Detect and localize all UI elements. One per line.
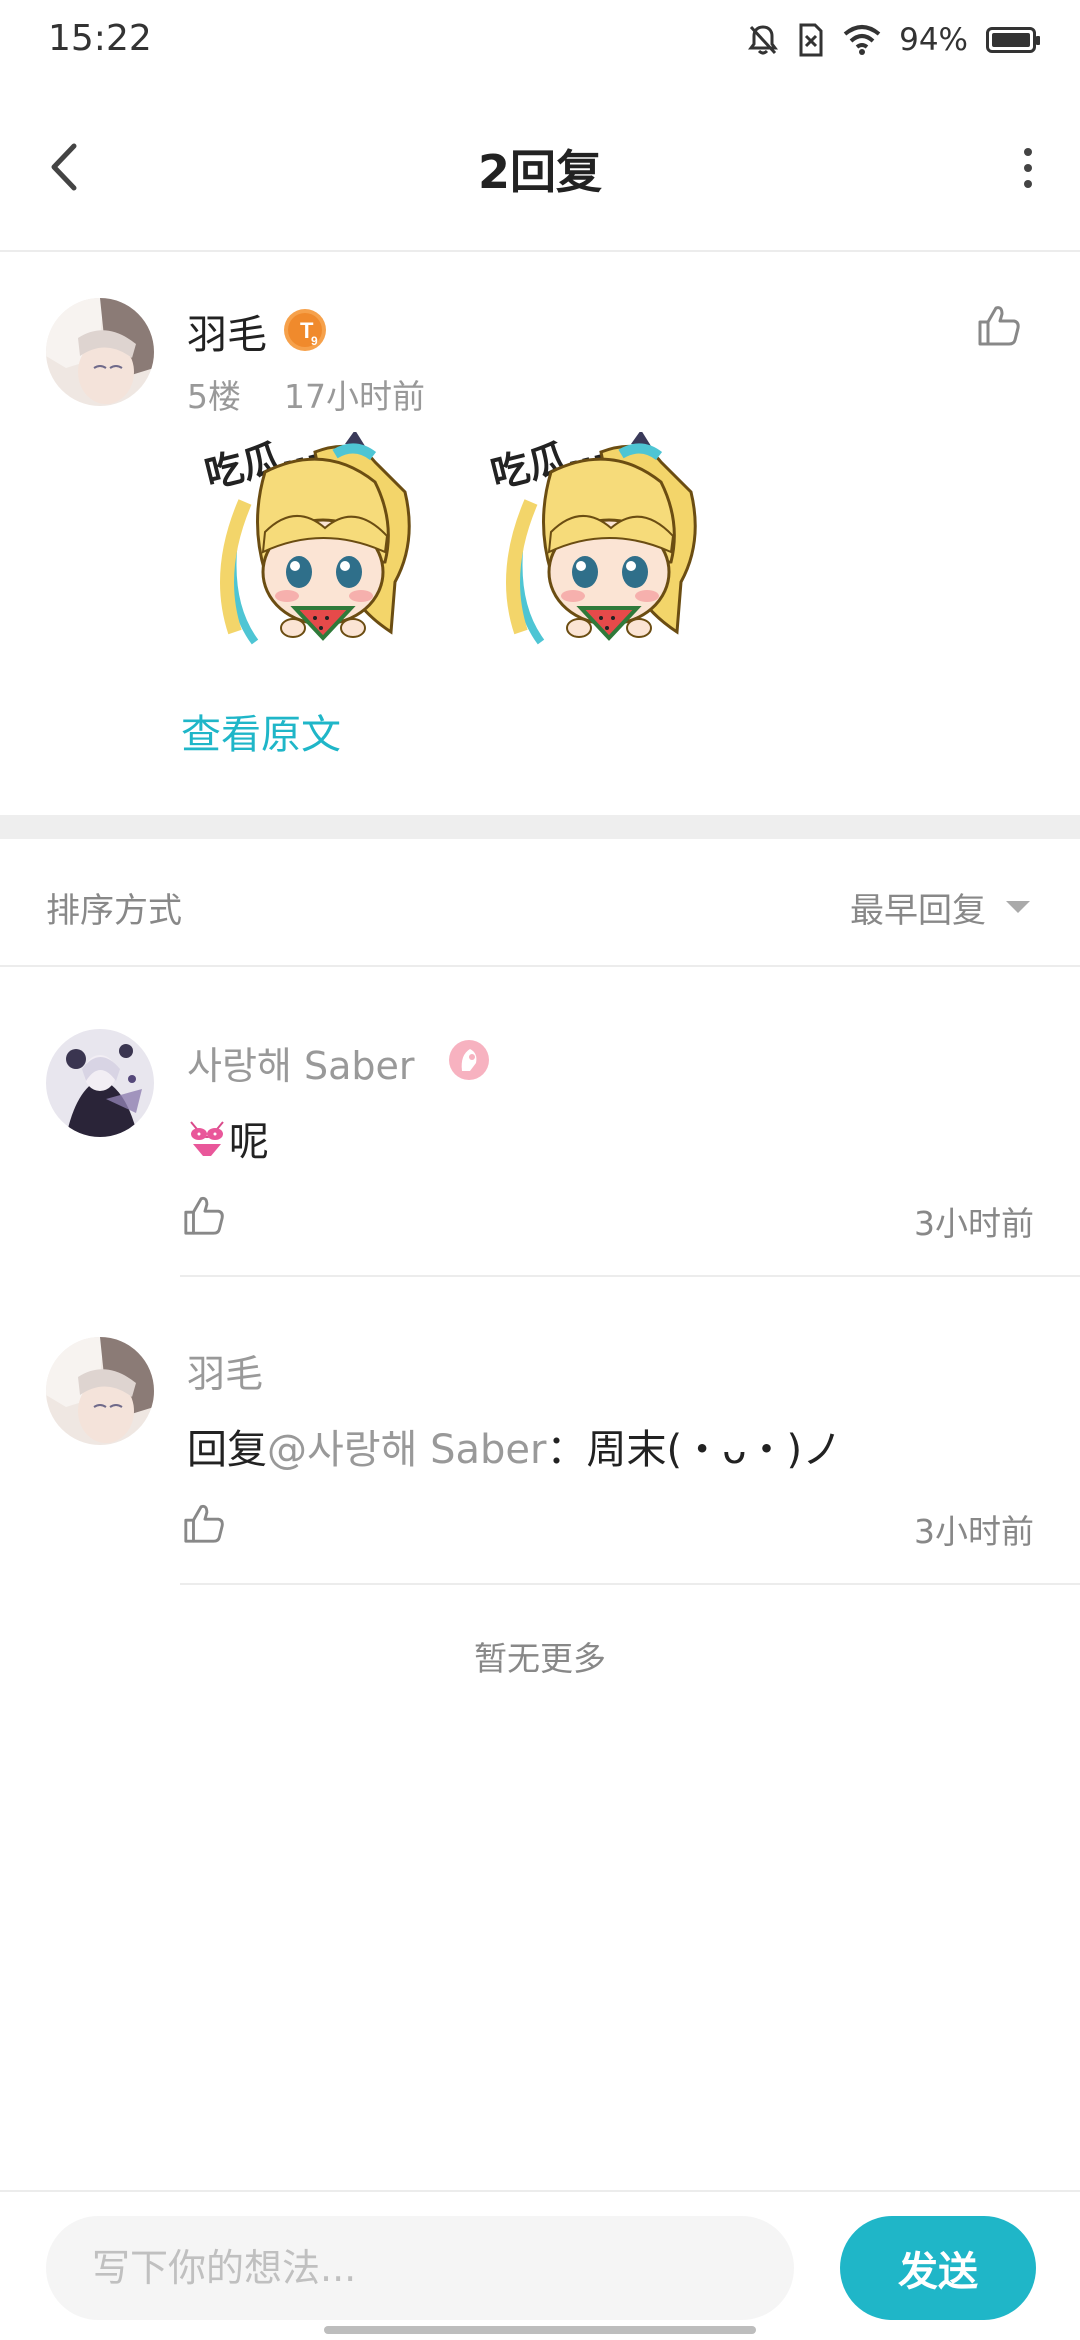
avatar[interactable]	[46, 1337, 154, 1445]
reply-content: 回复 @사랑해 Saber ：周末(・ᴗ・)ノ	[187, 1417, 842, 1475]
notifications-off-icon	[748, 25, 779, 55]
reply-time: 3小时前	[914, 1204, 1034, 1243]
sort-bar: 排序方式 最早回复	[0, 839, 1080, 967]
reply-item: 羽毛 回复 @사랑해 Saber ：周末(・ᴗ・)ノ 3小时前	[0, 1277, 1080, 1585]
reply-author-name[interactable]: 羽毛	[187, 1343, 263, 1398]
like-icon[interactable]	[182, 1193, 226, 1237]
more-options-icon[interactable]	[1016, 142, 1040, 194]
divider	[180, 1583, 1080, 1585]
original-post: 羽毛 T 9 5楼 17小时前 吃瓜… 吃瓜… 查看原文	[0, 252, 1080, 812]
page-title: 2回复	[477, 145, 602, 199]
mention-link[interactable]: @사랑해 Saber	[267, 1417, 546, 1475]
reply-text: ：周末(・ᴗ・)ノ	[546, 1427, 843, 1473]
fan-badge-icon	[449, 1040, 489, 1080]
post-time: 17小时前	[284, 377, 425, 416]
status-icons: 94%	[747, 22, 1040, 58]
like-icon[interactable]	[182, 1501, 226, 1545]
sticker-image[interactable]: 吃瓜…	[195, 432, 425, 662]
battery-icon	[986, 27, 1040, 53]
top-nav: 2回复	[0, 84, 1080, 252]
view-original-link[interactable]: 查看原文	[181, 702, 341, 760]
reply-prefix: 回复	[187, 1427, 267, 1473]
battery-percent: 94%	[899, 22, 968, 58]
sort-label: 排序方式	[46, 891, 182, 931]
comment-input[interactable]	[46, 2216, 794, 2320]
svg-text:9: 9	[311, 334, 318, 348]
avatar-image	[46, 1337, 154, 1445]
reply-text: 呢	[229, 1119, 269, 1165]
post-author-name[interactable]: 羽毛	[187, 302, 267, 360]
no-more-text: 暂无更多	[474, 1639, 606, 1678]
send-button[interactable]: 发送	[840, 2216, 1036, 2320]
like-icon[interactable]	[976, 302, 1022, 348]
avatar-image	[46, 298, 154, 406]
avatar[interactable]	[46, 1029, 154, 1137]
avatar-image	[46, 1029, 154, 1137]
no-sim-icon	[799, 23, 823, 57]
status-time: 15:22	[48, 18, 152, 59]
post-floor: 5楼	[187, 377, 241, 416]
sticker-image[interactable]: 吃瓜…	[481, 432, 711, 662]
home-indicator[interactable]	[324, 2326, 756, 2334]
reply-content: 呢	[187, 1109, 269, 1167]
bikini-emoji-icon	[190, 1121, 224, 1156]
sort-dropdown[interactable]: 最早回复	[850, 883, 986, 932]
status-bar: 15:22 94%	[0, 0, 1080, 84]
avatar[interactable]	[46, 298, 154, 406]
reply-item: 사랑해 Saber 呢 3小时前	[0, 969, 1080, 1277]
level-badge-icon: T 9	[284, 309, 326, 351]
battery-fill	[992, 33, 1030, 47]
reply-time: 3小时前	[914, 1512, 1034, 1551]
section-divider	[0, 815, 1080, 839]
chevron-down-icon[interactable]	[1006, 901, 1030, 913]
post-meta: 5楼 17小时前	[187, 370, 425, 418]
wifi-icon	[843, 25, 881, 55]
reply-author-name[interactable]: 사랑해 Saber	[187, 1035, 415, 1090]
comment-composer: 发送	[0, 2190, 1080, 2340]
